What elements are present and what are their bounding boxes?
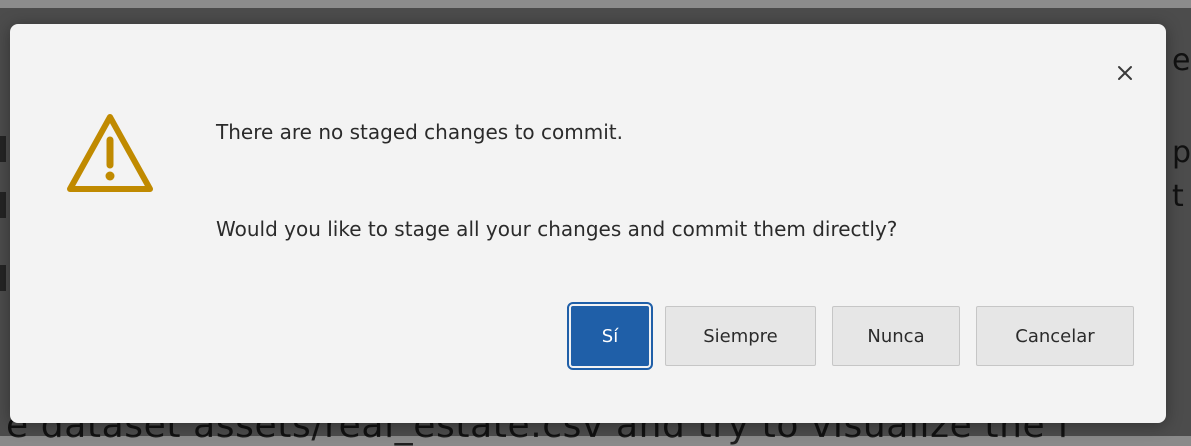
close-dialog-button[interactable] xyxy=(1108,57,1142,91)
commit-confirmation-dialog: There are no staged changes to commit. W… xyxy=(10,24,1166,423)
always-button[interactable]: Siempre xyxy=(665,306,816,366)
never-button[interactable]: Nunca xyxy=(832,306,960,366)
close-icon xyxy=(1116,64,1134,85)
yes-button[interactable]: Sí xyxy=(567,302,653,370)
cancel-button[interactable]: Cancelar xyxy=(976,306,1134,366)
dialog-message-secondary: Would you like to stage all your changes… xyxy=(216,217,898,241)
warning-triangle-icon xyxy=(62,107,158,203)
dialog-message-primary: There are no staged changes to commit. xyxy=(216,120,623,144)
dialog-actions: Sí Siempre Nunca Cancelar xyxy=(567,302,1134,370)
